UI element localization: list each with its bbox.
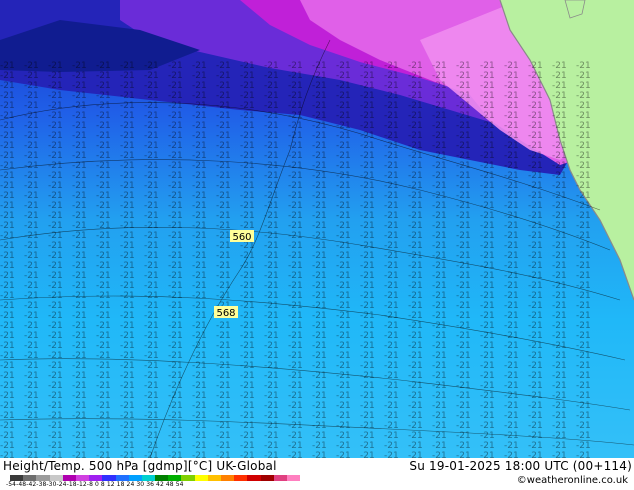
color-scale-swatch (286, 475, 301, 481)
contour-label-560-text: 560 (232, 232, 251, 243)
weather-map-page: -21 560 (0, 0, 634, 490)
color-scale-swatch (194, 475, 208, 481)
color-scale-swatch (221, 475, 235, 481)
map-title: Height/Temp. 500 hPa [gdmp][°C] UK-Globa… (3, 459, 277, 473)
contour-label-568-text: 568 (216, 308, 235, 319)
color-scale-bar: -54-48-42-38-30-24-18-12-8 0 8 12 18 24 … (6, 475, 301, 489)
map-footer: Height/Temp. 500 hPa [gdmp][°C] UK-Globa… (0, 458, 634, 490)
contour-label-568: 568 (214, 306, 238, 319)
color-scale-labels: -54-48-42-38-30-24-18-12-8 0 8 12 18 24 … (6, 481, 184, 488)
color-scale-swatch (260, 475, 274, 481)
color-scale-swatch (207, 475, 221, 481)
color-scale-swatch (247, 475, 261, 481)
contour-label-560: 560 (230, 230, 254, 243)
contour-number-texture (0, 60, 600, 458)
forecast-time: Su 19-01-2025 18:00 UTC (00+114) (409, 459, 632, 473)
weather-map: -21 560 (0, 0, 634, 458)
copyright-credit[interactable]: ©weatheronline.co.uk (517, 475, 628, 486)
color-scale-swatch (234, 475, 248, 481)
color-scale-swatch (273, 475, 287, 481)
